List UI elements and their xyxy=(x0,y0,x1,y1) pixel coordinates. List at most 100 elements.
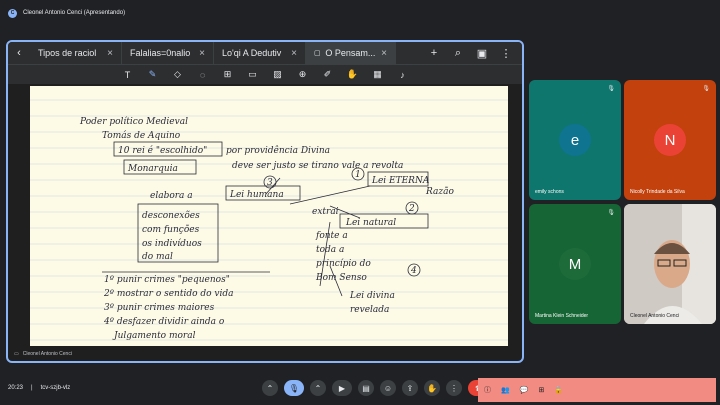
note-author: Tomás de Aquino xyxy=(102,130,181,141)
note-line: Julgamento moral xyxy=(112,331,196,341)
note-line: 10 rei é "escolhido" xyxy=(118,145,207,156)
note-line: com funções xyxy=(142,224,200,235)
note-line: elabora a xyxy=(150,191,193,201)
add-tab-icon[interactable]: + xyxy=(424,43,444,63)
note-line: 1º punir crimes "pequenos" xyxy=(104,275,230,285)
note-line: Lei humana xyxy=(229,190,284,200)
note-line: Monarquia xyxy=(127,164,178,174)
shapes-icon[interactable]: ▭ xyxy=(246,68,260,82)
meeting-info: 20:23 | tcv-szjb-vlz xyxy=(8,385,70,391)
note-line: os indivíduos xyxy=(142,238,202,249)
participant-name: Martina Klein Schneider xyxy=(535,313,589,319)
chevron-up-icon[interactable]: ⌃ xyxy=(310,380,326,396)
mic-icon: 🎙 xyxy=(702,86,710,92)
presenter-avatar: C xyxy=(8,8,17,18)
mic-button[interactable]: 🎙 xyxy=(284,380,304,396)
tab-logica[interactable]: Lo'qi A Dedutiv × xyxy=(214,42,306,64)
split-view-icon[interactable]: ▣ xyxy=(472,43,492,63)
note-title: Poder político Medieval xyxy=(79,116,188,127)
participant-name: Cleonel Antonio Cenci xyxy=(630,313,680,319)
browser-tab-bar: ‹ Tipos de raciol × Falalias=0nalio × Lo'q… xyxy=(8,42,522,64)
highlighter-icon[interactable]: ✐ xyxy=(321,68,335,82)
more-options-button[interactable]: ⋮ xyxy=(446,380,462,396)
presenter-bar: C Cleonel Antonio Cenci (Apresentando) xyxy=(0,0,720,26)
mic-icon: 🎙 xyxy=(607,86,615,92)
tab-falacias[interactable]: Falalias=0nalio × xyxy=(122,42,214,64)
note-line: desconexões xyxy=(142,210,200,221)
camera-button[interactable]: ▶ xyxy=(332,380,352,396)
chat-icon[interactable]: 💬 xyxy=(520,386,529,394)
grid-icon[interactable]: ▦ xyxy=(371,68,385,82)
screen-share-icon: ▭ xyxy=(14,351,19,357)
participant-tile-martina[interactable]: M 🎙 Martina Klein Schneider xyxy=(529,204,621,324)
note-line: 3º punir crimes maiores xyxy=(104,303,215,313)
lock-icon[interactable]: 🔒 xyxy=(554,386,563,394)
note-line: do mal xyxy=(142,252,173,262)
clock: 20:23 xyxy=(8,385,24,391)
divider: | xyxy=(31,385,33,391)
activities-icon[interactable]: ⊞ xyxy=(538,386,544,394)
note-line: Lei ETERNA xyxy=(371,176,430,186)
handwritten-notes: Poder político Medieval Tomás de Aquino … xyxy=(30,86,508,346)
present-button[interactable]: ⇪ xyxy=(402,380,418,396)
camera-video xyxy=(624,204,716,324)
avatar: N xyxy=(654,124,686,156)
note-line: deve ser justo se tirano vale a revolta xyxy=(232,161,403,171)
hand-off-icon[interactable]: ✋ xyxy=(346,68,360,82)
chevron-up-icon[interactable]: ⌃ xyxy=(262,380,278,396)
eraser-icon[interactable]: ◇ xyxy=(171,68,185,82)
tab-pensamento[interactable]: ▢ O Pensam... × xyxy=(306,42,396,64)
participant-tile-emily[interactable]: e 🎙 emily schons xyxy=(529,80,621,200)
info-icon[interactable]: ⓘ xyxy=(484,385,491,395)
emoji-button[interactable]: ☺ xyxy=(380,380,396,396)
back-icon[interactable]: ‹ xyxy=(8,42,30,64)
presenter-label: Cleonel Antonio Cenci (Apresentando) xyxy=(23,10,126,16)
close-icon[interactable]: × xyxy=(381,48,387,59)
note-line: Razão xyxy=(425,186,454,197)
note-line: fonte a xyxy=(315,231,348,241)
text-icon[interactable]: T xyxy=(121,68,135,82)
text-box-icon[interactable]: ⊞ xyxy=(221,68,235,82)
raise-hand-button[interactable]: ✋ xyxy=(424,380,440,396)
zoom-icon[interactable]: ⊕ xyxy=(296,68,310,82)
mic-icon[interactable]: ♪ xyxy=(396,68,410,82)
page-icon: ▢ xyxy=(314,50,321,57)
close-icon[interactable]: × xyxy=(291,48,297,59)
search-icon[interactable]: ⌕ xyxy=(448,43,468,63)
note-line: revelada xyxy=(350,305,389,315)
meeting-code: tcv-szjb-vlz xyxy=(40,385,71,391)
avatar: M xyxy=(559,248,591,280)
shared-screen: ‹ Tipos de raciol × Falalias=0nalio × Lo'q… xyxy=(6,40,524,363)
people-icon[interactable]: 👥 xyxy=(501,386,510,394)
presentation-footer: ▭ Cleonel Antonio Cenci xyxy=(14,351,72,357)
note-line: Bom Senso xyxy=(315,273,367,283)
note-line: por providência Divina xyxy=(226,145,330,156)
avatar: e xyxy=(559,124,591,156)
lasso-icon[interactable]: ◌ xyxy=(196,68,210,82)
note-line: 4º desfazer dividir ainda o xyxy=(103,317,225,327)
note-line: extrai xyxy=(312,207,339,217)
image-icon[interactable]: ▨ xyxy=(271,68,285,82)
close-icon[interactable]: × xyxy=(107,48,113,59)
note-line: 2º mostrar o sentido do vida xyxy=(103,289,234,299)
participant-tile-nicolly[interactable]: N 🎙 Nicolly Trindade da Silva xyxy=(624,80,716,200)
participant-name: Nicolly Trindade da Silva xyxy=(630,189,685,195)
more-icon[interactable]: ⋮ xyxy=(496,43,516,63)
participant-name: emily schons xyxy=(535,189,564,195)
call-controls: ⌃ 🎙 ⌃ ▶ ▤ ☺ ⇪ ✋ ⋮ ☎ xyxy=(262,380,492,396)
note-line: Lei natural xyxy=(345,218,396,228)
note-number: 4 xyxy=(410,266,417,276)
captions-button[interactable]: ▤ xyxy=(358,380,374,396)
note-line: Lei divina xyxy=(349,291,395,301)
side-panel-controls: ⓘ 👥 💬 ⊞ 🔒 xyxy=(478,378,716,402)
notes-canvas: Poder político Medieval Tomás de Aquino … xyxy=(30,99,508,341)
note-number: 1 xyxy=(355,170,361,180)
participant-tile-cleonel[interactable]: Cleonel Antonio Cenci xyxy=(624,204,716,324)
note-line: toda a xyxy=(316,245,344,255)
pen-icon[interactable]: ✎ xyxy=(146,68,160,82)
mic-icon: 🎙 xyxy=(607,210,615,216)
tab-tipos[interactable]: Tipos de raciol × xyxy=(30,42,122,64)
close-icon[interactable]: × xyxy=(199,48,205,59)
notes-toolbar: T ✎ ◇ ◌ ⊞ ▭ ▨ ⊕ ✐ ✋ ▦ ♪ xyxy=(8,64,522,84)
note-number: 2 xyxy=(408,204,415,214)
